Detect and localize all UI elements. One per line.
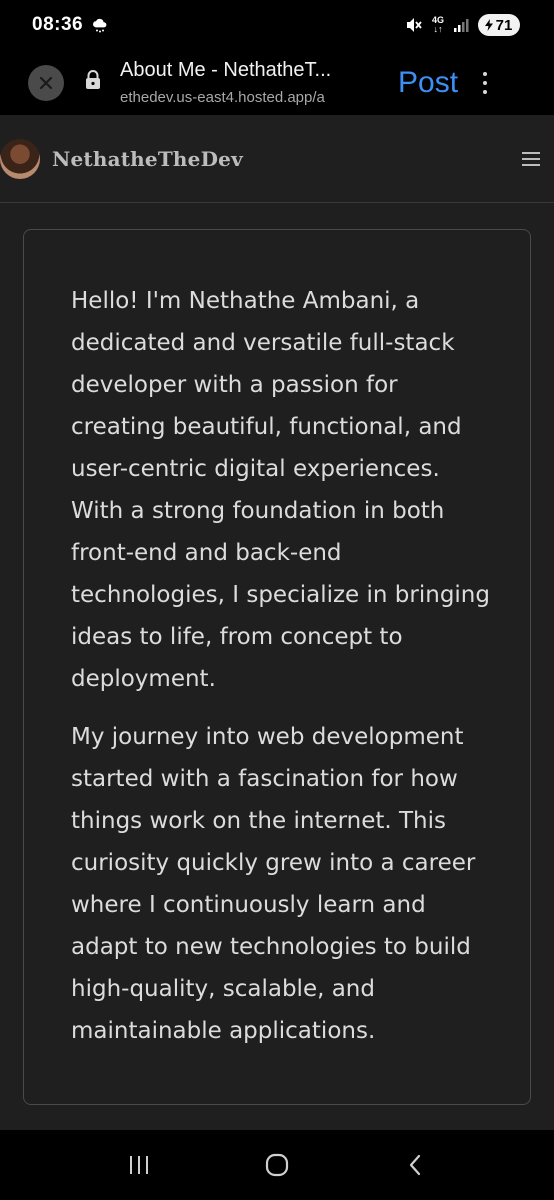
recents-icon[interactable] <box>119 1145 159 1185</box>
about-paragraph: Hello! I'm Nethathe Ambani, a dedicated … <box>71 288 490 692</box>
close-icon <box>39 76 53 89</box>
network-indicator: 4G ↓↑ <box>431 15 444 34</box>
back-icon[interactable] <box>395 1145 435 1185</box>
battery-icon: 71 <box>478 14 520 36</box>
site-brand[interactable]: NethatheTheDev <box>52 147 243 171</box>
close-tab-button[interactable] <box>28 64 64 101</box>
mute-icon <box>405 16 423 34</box>
lock-icon[interactable] <box>84 69 102 96</box>
home-icon[interactable] <box>257 1145 297 1185</box>
avatar[interactable] <box>0 138 40 179</box>
about-card: Hello! I'm Nethathe Ambani, a dedicated … <box>23 229 531 1105</box>
address-area[interactable]: About Me - NethatheT... ethedev.us-east4… <box>120 58 382 108</box>
page-url: ethedev.us-east4.hosted.app/a <box>120 88 325 106</box>
signal-icon <box>453 17 469 33</box>
page-title: About Me - NethatheT... <box>120 58 332 81</box>
battery-level: 71 <box>495 16 513 34</box>
about-paragraph: My journey into web development started … <box>71 724 476 1044</box>
hamburger-menu-icon[interactable] <box>522 151 540 166</box>
more-options-icon[interactable] <box>480 71 490 94</box>
system-nav-bar <box>0 1130 554 1200</box>
browser-toolbar: About Me - NethatheT... ethedev.us-east4… <box>0 50 554 115</box>
status-bar: 08:36 4G ↓↑ 71 <box>0 0 554 50</box>
post-button[interactable]: Post <box>398 66 458 100</box>
site-header: NethatheTheDev <box>0 115 554 203</box>
status-time: 08:36 <box>32 14 84 35</box>
weather-cloud-icon <box>91 16 109 34</box>
